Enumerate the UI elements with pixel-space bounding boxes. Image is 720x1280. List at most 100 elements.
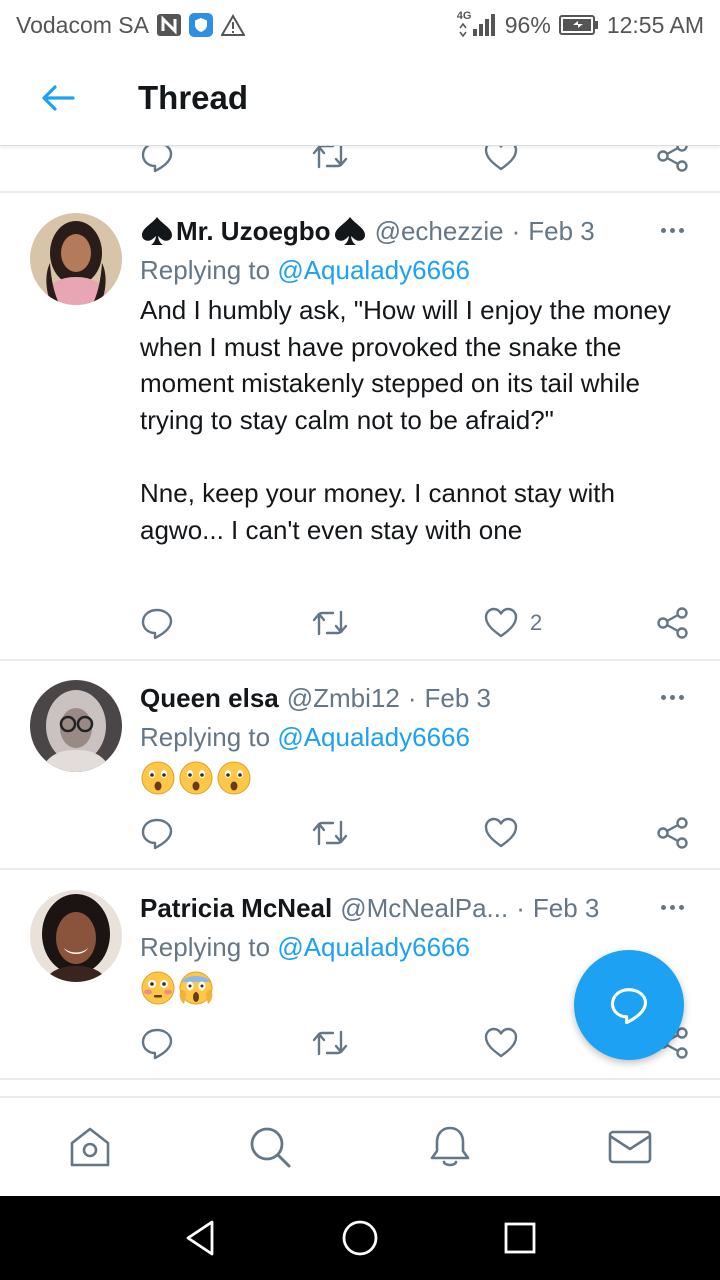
- tweet-text-paragraph: Nne, keep your money. I cannot stay with…: [140, 478, 615, 545]
- separator: ·: [407, 682, 417, 713]
- carrier-label: Vodacom SA: [16, 11, 149, 38]
- display-name[interactable]: Patricia McNeal: [140, 893, 332, 924]
- replying-to-line: Replying to @Aqualady6666: [140, 932, 470, 963]
- more-options-button[interactable]: [655, 892, 689, 922]
- shield-app-icon: [188, 13, 213, 37]
- back-button[interactable]: [28, 68, 88, 128]
- compose-reply-button[interactable]: [574, 950, 684, 1060]
- divider: [0, 191, 720, 193]
- battery-icon: [558, 14, 599, 36]
- display-name[interactable]: Mr. Uzoegbo: [176, 216, 331, 247]
- replying-to-mention[interactable]: @Aqualady6666: [277, 255, 470, 285]
- home-circle-icon: [342, 1220, 378, 1256]
- tweet-actions: [140, 813, 700, 853]
- system-recents-button[interactable]: [498, 1216, 542, 1260]
- reply-bubble-icon: [611, 988, 647, 1025]
- reply-icon: [141, 1028, 173, 1060]
- handle[interactable]: @echezzie: [375, 216, 504, 247]
- spade-suit-icon: [142, 217, 172, 245]
- tab-home[interactable]: [67, 1124, 113, 1170]
- timestamp[interactable]: Feb 3: [425, 683, 492, 714]
- recents-square-icon: [504, 1222, 536, 1254]
- reply-icon: [141, 818, 173, 850]
- like-button[interactable]: [484, 1023, 518, 1063]
- tab-search[interactable]: [247, 1124, 293, 1170]
- retweet-button[interactable]: [312, 146, 348, 176]
- tweet-body: And I humbly ask, "How will I enjoy the …: [140, 292, 680, 548]
- status-right: 4G 96% 12:55 AM: [456, 10, 704, 39]
- share-icon: [657, 607, 688, 639]
- tweet-emoji-row: [140, 760, 252, 796]
- status-left: Vodacom SA: [16, 12, 245, 39]
- status-bar: Vodacom SA 4G 96% 12:55 AM: [0, 0, 720, 50]
- clock: 12:55 AM: [606, 11, 704, 38]
- timestamp[interactable]: Feb 3: [533, 893, 600, 924]
- heart-icon: [484, 817, 518, 848]
- system-home-button[interactable]: [338, 1216, 382, 1260]
- nfc-icon: [156, 14, 181, 36]
- tweet-header: Mr. Uzoegbo @echezzie · Feb 3: [140, 213, 680, 249]
- tweet-header: Patricia McNeal @McNealPa... · Feb 3: [140, 890, 680, 926]
- share-button[interactable]: [656, 146, 690, 176]
- astonished-face-emoji-icon: [179, 761, 213, 795]
- tab-notifications[interactable]: [427, 1124, 473, 1170]
- thread-header: Thread: [0, 50, 720, 146]
- more-options-button[interactable]: [655, 215, 689, 245]
- tweet[interactable]: Mr. Uzoegbo @echezzie · Feb 3 Replying t…: [0, 213, 720, 663]
- reply-icon: [141, 146, 173, 173]
- handle[interactable]: @McNealPa...: [340, 893, 508, 924]
- replying-to-line: Replying to @Aqualady6666: [140, 722, 470, 753]
- share-icon: [657, 817, 688, 849]
- replying-to-mention[interactable]: @Aqualady6666: [277, 722, 470, 752]
- battery-percent: 96%: [504, 11, 551, 38]
- arrow-left-icon: [42, 84, 75, 111]
- flushed-face-emoji-icon: [141, 971, 175, 1005]
- retweet-button[interactable]: [312, 603, 348, 643]
- heart-icon: [484, 146, 518, 171]
- messages-envelope-icon: [608, 1130, 652, 1164]
- like-button[interactable]: 2: [484, 603, 542, 643]
- system-back-button[interactable]: [178, 1216, 222, 1260]
- retweet-icon: [312, 610, 348, 636]
- tweet[interactable]: Queen elsa @Zmbi12 · Feb 3 Replying to @…: [0, 680, 720, 880]
- retweet-button[interactable]: [312, 1023, 348, 1063]
- spade-suit-icon: [334, 217, 365, 245]
- avatar[interactable]: [30, 680, 122, 772]
- page-title: Thread: [138, 78, 249, 116]
- retweet-icon: [312, 820, 348, 846]
- reply-icon: [141, 608, 173, 640]
- like-count: 2: [530, 610, 543, 635]
- bottom-tab-bar: [0, 1096, 720, 1196]
- timestamp[interactable]: Feb 3: [528, 216, 595, 247]
- home-icon: [70, 1127, 110, 1167]
- reply-button[interactable]: [140, 603, 174, 643]
- reply-button[interactable]: [140, 813, 174, 853]
- tweet-header: Queen elsa @Zmbi12 · Feb 3: [140, 680, 680, 716]
- divider: [0, 868, 720, 870]
- share-icon: [657, 146, 688, 172]
- retweet-icon: [312, 146, 348, 169]
- search-icon: [250, 1127, 291, 1168]
- handle[interactable]: @Zmbi12: [287, 683, 400, 714]
- share-button[interactable]: [656, 603, 690, 643]
- tweet-emoji-row: [140, 970, 214, 1006]
- tweet-actions-previous: [140, 146, 700, 176]
- network-type-label: 4G: [456, 10, 472, 22]
- display-name[interactable]: Queen elsa: [140, 683, 279, 714]
- tab-messages[interactable]: [607, 1124, 653, 1170]
- avatar[interactable]: [30, 890, 122, 982]
- like-button[interactable]: [484, 813, 518, 853]
- separator: ·: [511, 215, 521, 246]
- astonished-face-emoji-icon: [141, 761, 175, 795]
- replying-to-prefix: Replying to: [140, 722, 271, 752]
- avatar[interactable]: [30, 213, 122, 305]
- face-screaming-in-fear-emoji-icon: [179, 971, 213, 1005]
- more-options-button[interactable]: [655, 682, 689, 712]
- share-button[interactable]: [656, 813, 690, 853]
- replying-to-mention[interactable]: @Aqualady6666: [277, 932, 470, 962]
- divider: [0, 1078, 720, 1080]
- reply-button[interactable]: [140, 1023, 174, 1063]
- retweet-button[interactable]: [312, 813, 348, 853]
- reply-button[interactable]: [140, 146, 174, 176]
- like-button[interactable]: [484, 146, 518, 176]
